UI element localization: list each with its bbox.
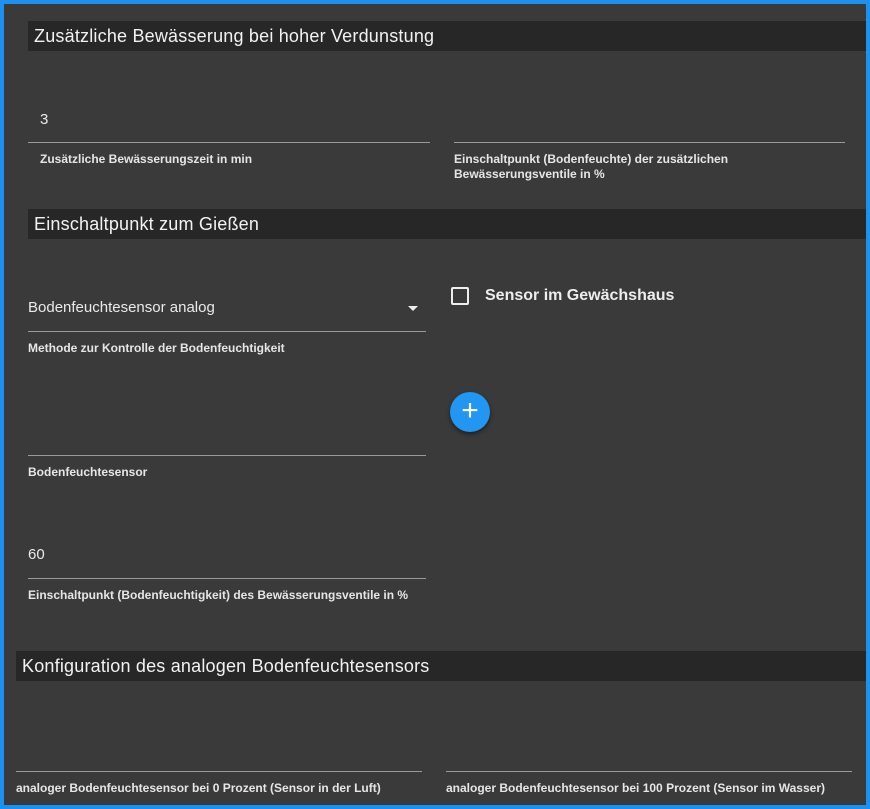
threshold-underline (28, 578, 426, 579)
section-header-analog-sensor: Konfiguration des analogen Bodenfeuchtes… (16, 651, 866, 681)
greenhouse-checkbox[interactable] (451, 287, 469, 305)
water-underline (446, 771, 852, 772)
method-label: Methode zur Kontrolle der Bodenfeuchtigk… (28, 341, 285, 355)
section-header-extra-watering: Zusätzliche Bewässerung bei hoher Verdun… (28, 21, 866, 51)
extra-time-value: 3 (40, 111, 49, 128)
sensor-underline (28, 455, 426, 456)
settings-panel: Zusätzliche Bewässerung bei hoher Verdun… (4, 4, 866, 805)
air-underline (16, 771, 422, 772)
air-label: analoger Bodenfeuchtesensor bei 0 Prozen… (16, 781, 381, 795)
method-underline (28, 331, 426, 332)
extra-time-underline (28, 142, 430, 143)
threshold-label: Einschaltpunkt (Bodenfeuchtigkeit) des B… (28, 588, 409, 602)
section-header-watering-threshold: Einschaltpunkt zum Gießen (28, 209, 866, 239)
water-value-input[interactable] (446, 729, 852, 771)
threshold-value: 60 (28, 546, 45, 563)
extra-time-label: Zusätzliche Bewässerungszeit in min (40, 152, 253, 166)
sensor-label: Bodenfeuchtesensor (28, 465, 148, 479)
method-select[interactable]: Bodenfeuchtesensor analog (28, 289, 426, 331)
extra-threshold-input[interactable] (454, 99, 846, 143)
extra-threshold-label: Einschaltpunkt (Bodenfeuchte) der zusätz… (454, 152, 729, 181)
greenhouse-label[interactable]: Sensor im Gewächshaus (485, 287, 674, 305)
extra-threshold-underline (454, 142, 845, 143)
method-value: Bodenfeuchtesensor analog (28, 299, 215, 316)
chevron-down-icon[interactable] (408, 306, 418, 311)
add-button[interactable]: + (450, 392, 490, 432)
threshold-input[interactable]: 60 (28, 536, 426, 578)
sensor-select[interactable] (28, 414, 426, 454)
water-label: analoger Bodenfeuchtesensor bei 100 Proz… (446, 781, 825, 795)
extra-time-input[interactable]: 3 (28, 99, 430, 143)
air-value-input[interactable] (16, 729, 422, 771)
